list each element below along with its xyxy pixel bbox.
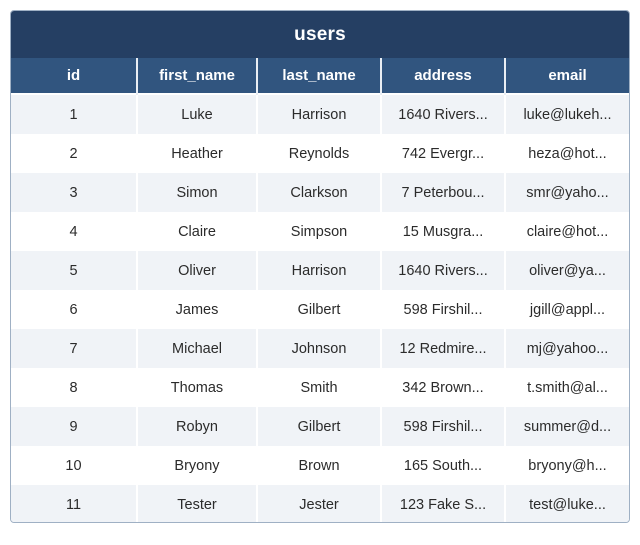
cell-email: t.smith@al...	[504, 368, 629, 407]
cell-last_name: Gilbert	[256, 290, 381, 329]
users-table-container: users id first_name last_name address email …	[10, 10, 630, 523]
table-body: 1 Luke Harrison 1640 Rivers... luke@lukeh...…	[11, 94, 629, 522]
cell-last_name: Clarkson	[256, 173, 381, 212]
cell-address: 7 Peterbou...	[380, 173, 505, 212]
table-row[interactable]: 11 Tester Jester 123 Fake S... test@luke...	[11, 485, 629, 522]
cell-address: 123 Fake S...	[380, 485, 505, 522]
cell-address: 598 Firshil...	[380, 407, 505, 446]
cell-first_name: Simon	[136, 173, 257, 212]
table-row[interactable]: 5 Oliver Harrison 1640 Rivers... oliver@ya..…	[11, 251, 629, 290]
cell-first_name: Robyn	[136, 407, 257, 446]
cell-id: 5	[69, 262, 78, 279]
column-header-id[interactable]: id	[11, 58, 137, 94]
cell-id: 3	[69, 184, 78, 201]
cell-last_name: Harrison	[256, 251, 381, 290]
column-header-last_name[interactable]: last_name	[256, 58, 381, 94]
header-row: id first_name last_name address email	[11, 58, 629, 94]
cell-first_name: Oliver	[136, 251, 257, 290]
cell-first_name: Claire	[136, 212, 257, 251]
table-row[interactable]: 2 Heather Reynolds 742 Evergr... heza@hot...	[11, 134, 629, 173]
cell-first_name: Luke	[136, 94, 257, 134]
cell-id: 8	[69, 379, 78, 396]
cell-id: 9	[69, 418, 78, 435]
cell-email: test@luke...	[504, 485, 629, 522]
table-row[interactable]: 4 Claire Simpson 15 Musgra... claire@hot...	[11, 212, 629, 251]
cell-address: 165 South...	[380, 446, 505, 485]
cell-first_name: Bryony	[136, 446, 257, 485]
cell-email: luke@lukeh...	[504, 94, 629, 134]
cell-address: 15 Musgra...	[380, 212, 505, 251]
cell-address: 1640 Rivers...	[380, 251, 505, 290]
cell-email: claire@hot...	[504, 212, 629, 251]
table-row[interactable]: 6 James Gilbert 598 Firshil... jgill@appl...	[11, 290, 629, 329]
cell-id: 1	[69, 106, 78, 123]
cell-email: oliver@ya...	[504, 251, 629, 290]
cell-email: mj@yahoo...	[504, 329, 629, 368]
column-header-first_name[interactable]: first_name	[136, 58, 257, 94]
cell-last_name: Brown	[256, 446, 381, 485]
cell-id: 11	[65, 496, 82, 513]
cell-email: smr@yaho...	[504, 173, 629, 212]
column-header-email[interactable]: email	[504, 58, 629, 94]
column-header-address[interactable]: address	[380, 58, 505, 94]
cell-address: 12 Redmire...	[380, 329, 505, 368]
cell-address: 742 Evergr...	[380, 134, 505, 173]
cell-address: 1640 Rivers...	[380, 94, 505, 134]
table-header: id first_name last_name address email	[11, 58, 629, 94]
cell-last_name: Reynolds	[256, 134, 381, 173]
cell-last_name: Gilbert	[256, 407, 381, 446]
cell-address: 598 Firshil...	[380, 290, 505, 329]
cell-id: 10	[65, 457, 82, 474]
cell-id: 6	[69, 301, 78, 318]
cell-first_name: Heather	[136, 134, 257, 173]
cell-id: 7	[69, 340, 78, 357]
cell-last_name: Smith	[256, 368, 381, 407]
cell-address: 342 Brown...	[380, 368, 505, 407]
cell-last_name: Jester	[256, 485, 381, 522]
cell-id: 2	[69, 145, 78, 162]
table-row[interactable]: 10 Bryony Brown 165 South... bryony@h...	[11, 446, 629, 485]
cell-email: jgill@appl...	[504, 290, 629, 329]
table-title: users	[11, 11, 629, 58]
cell-email: bryony@h...	[504, 446, 629, 485]
table-row[interactable]: 9 Robyn Gilbert 598 Firshil... summer@d...	[11, 407, 629, 446]
cell-email: summer@d...	[504, 407, 629, 446]
cell-last_name: Johnson	[256, 329, 381, 368]
cell-last_name: Harrison	[256, 94, 381, 134]
cell-last_name: Simpson	[256, 212, 381, 251]
table-row[interactable]: 7 Michael Johnson 12 Redmire... mj@yahoo...	[11, 329, 629, 368]
cell-first_name: James	[136, 290, 257, 329]
cell-first_name: Thomas	[136, 368, 257, 407]
table-row[interactable]: 3 Simon Clarkson 7 Peterbou... smr@yaho...	[11, 173, 629, 212]
cell-email: heza@hot...	[504, 134, 629, 173]
cell-first_name: Michael	[136, 329, 257, 368]
cell-id: 4	[69, 223, 78, 240]
cell-first_name: Tester	[136, 485, 257, 522]
table-row[interactable]: 1 Luke Harrison 1640 Rivers... luke@lukeh...	[11, 94, 629, 134]
users-table: users id first_name last_name address email …	[11, 11, 629, 522]
table-row[interactable]: 8 Thomas Smith 342 Brown... t.smith@al...	[11, 368, 629, 407]
